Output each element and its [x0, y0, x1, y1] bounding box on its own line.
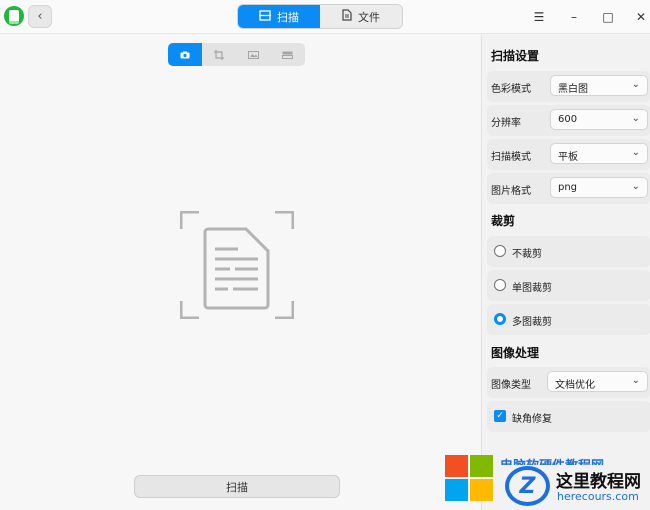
scan-mode-row: 扫描模式 平板 ⌄: [487, 139, 650, 170]
chevron-down-icon: ⌄: [631, 181, 640, 192]
settings-panel: 扫描设置 色彩模式 黑白图 ⌄ 分辨率 600 ⌄ 扫描模式 平板 ⌄ 图片格式…: [481, 35, 650, 510]
maximize-icon: □: [602, 10, 614, 24]
resolution-row: 分辨率 600 ⌄: [487, 105, 650, 136]
watermark-site-name: 这里教程网: [556, 472, 641, 492]
image-type-label: 图像类型: [491, 380, 531, 391]
scan-mode-label: 扫描模式: [491, 152, 531, 163]
image-format-row: 图片格式 png ⌄: [487, 173, 650, 204]
crop-option-multi-label: 多图裁剪: [512, 317, 552, 328]
scan-button-label: 扫描: [226, 480, 248, 494]
tab-scan-label: 扫描: [277, 10, 299, 24]
color-mode-value: 黑白图: [558, 84, 588, 95]
image-type-value: 文档优化: [555, 380, 595, 391]
camera-icon: [180, 51, 190, 58]
scan-mode-select[interactable]: 平板 ⌄: [550, 143, 648, 164]
watermark-site-url: herecours.com: [557, 490, 639, 503]
image-processing-title: 图像处理: [491, 346, 540, 360]
corner-repair-label: 缺角修复: [512, 414, 552, 425]
resolution-select[interactable]: 600 ⌄: [550, 109, 648, 130]
chevron-down-icon: ⌄: [631, 375, 640, 386]
layers-icon: [282, 51, 294, 59]
document-icon: [180, 211, 294, 319]
tab-scan[interactable]: 扫描: [238, 5, 320, 28]
color-mode-label: 色彩模式: [491, 84, 531, 95]
crop-option-single[interactable]: 单图裁剪: [487, 270, 650, 301]
close-icon: ✕: [635, 10, 647, 24]
color-mode-row: 色彩模式 黑白图 ⌄: [487, 71, 650, 102]
view-tab-image[interactable]: [237, 43, 271, 66]
view-tab-layers[interactable]: [271, 43, 305, 66]
image-type-row: 图像类型 文档优化 ⌄: [487, 367, 650, 398]
corner-repair-row[interactable]: ✓ 缺角修复: [487, 401, 650, 432]
chevron-down-icon: ⌄: [631, 113, 640, 124]
resolution-value: 600: [558, 114, 578, 125]
radio-single[interactable]: [494, 279, 506, 291]
crop-option-single-label: 单图裁剪: [512, 283, 552, 294]
tab-file-label: 文件: [358, 10, 380, 24]
image-format-value: png: [558, 182, 578, 193]
view-tabs: [168, 43, 305, 66]
watermark-logo-letter: Z: [519, 473, 536, 499]
view-tab-crop[interactable]: [202, 43, 236, 66]
image-icon: [248, 50, 260, 59]
view-tab-camera[interactable]: [168, 43, 203, 66]
minimize-icon: –: [571, 10, 577, 24]
preview-area: 扫描: [0, 35, 480, 510]
crop-icon: [214, 49, 225, 60]
radio-multi[interactable]: [494, 313, 506, 325]
image-type-select[interactable]: 文档优化 ⌄: [547, 371, 648, 392]
crop-option-none-label: 不裁剪: [512, 249, 542, 260]
file-icon: [342, 9, 352, 24]
crop-title: 裁剪: [491, 214, 516, 228]
close-button[interactable]: ✕: [630, 6, 650, 28]
watermark-logo: Z: [505, 466, 550, 506]
title-bar: ‹ 扫描 文件 ☰ – □ ✕: [0, 0, 650, 34]
scan-icon: [259, 9, 271, 24]
color-mode-select[interactable]: 黑白图 ⌄: [550, 75, 648, 96]
image-format-label: 图片格式: [491, 186, 531, 197]
chevron-left-icon: ‹: [37, 9, 43, 24]
scan-mode-value: 平板: [558, 152, 578, 163]
crop-option-none[interactable]: 不裁剪: [487, 236, 650, 267]
corner-repair-checkbox[interactable]: ✓: [494, 410, 506, 422]
menu-button[interactable]: ☰: [528, 6, 550, 28]
scan-settings-title: 扫描设置: [491, 49, 540, 63]
radio-none[interactable]: [494, 245, 506, 257]
tab-file[interactable]: 文件: [320, 5, 402, 28]
chevron-down-icon: ⌄: [631, 147, 640, 158]
app-logo-icon: [4, 6, 24, 26]
maximize-button[interactable]: □: [597, 6, 619, 28]
crop-option-multi[interactable]: 多图裁剪: [487, 304, 650, 335]
back-button[interactable]: ‹: [28, 5, 52, 28]
image-format-select[interactable]: png ⌄: [550, 177, 648, 198]
windows-logo-icon: [445, 455, 495, 503]
watermark-site-title: 电脑软硬件教程网: [500, 455, 604, 465]
menu-icon: ☰: [533, 10, 545, 24]
resolution-label: 分辨率: [491, 118, 521, 129]
chevron-down-icon: ⌄: [631, 79, 640, 90]
mode-tabs: 扫描 文件: [237, 4, 403, 29]
minimize-button[interactable]: –: [563, 6, 585, 28]
scan-button[interactable]: 扫描: [134, 475, 340, 498]
